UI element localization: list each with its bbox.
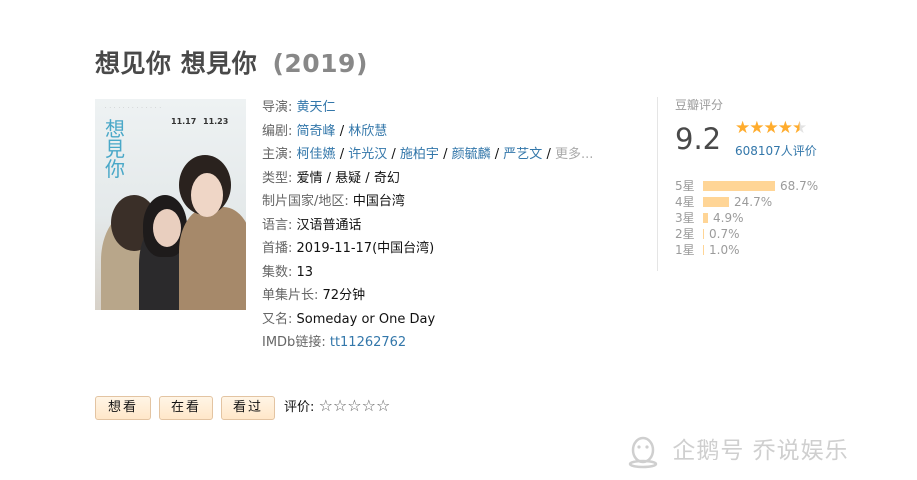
rating-dist-label: 1星 — [675, 243, 695, 257]
cast-link-2[interactable]: 许光汉 — [348, 147, 387, 162]
rating-dist-row: 1星 1.0% — [675, 242, 835, 258]
rating-dist-label: 5星 — [675, 179, 695, 193]
rating-dist-bar — [703, 180, 775, 191]
rating-stars: ★★★★★ — [735, 118, 807, 138]
rating-dist-pct: 0.7% — [709, 227, 740, 241]
rating-dist-pct: 68.7% — [780, 179, 819, 193]
writer-label: 编剧: — [262, 123, 293, 139]
rate-label: 评价: — [284, 400, 315, 415]
rating-dist-label: 4星 — [675, 195, 695, 209]
premiere-row: 首播: 2019-11-17(中国台湾) — [262, 237, 593, 261]
vertical-divider — [657, 97, 658, 271]
watched-button[interactable]: 看过 — [221, 396, 276, 420]
length-row: 单集片长: 72分钟 — [262, 284, 593, 308]
rating-dist-label: 2星 — [675, 227, 695, 241]
rating-votes-link[interactable]: 608107人评价 — [735, 142, 817, 159]
want-to-watch-button[interactable]: 想看 — [95, 396, 152, 420]
writer-row: 编剧: 简奇峰 / 林欣慧 — [262, 123, 388, 139]
poster-title-art: 想見你 — [105, 117, 125, 181]
premiere-value: 2019-11-17(中国台湾) — [296, 241, 435, 256]
episodes-value: 13 — [296, 264, 314, 280]
info-panel: 导演: 黄天仁 编剧: 简奇峰 / 林欣慧 主演: 柯佳嬿 / 许光汉 / 施柏… — [262, 96, 593, 355]
poster-figure-right-face — [191, 173, 223, 217]
imdb-label: IMDb链接: — [262, 335, 326, 350]
genre-row: 类型: 爱情 / 悬疑 / 奇幻 — [262, 167, 593, 191]
rating-dist-bar — [703, 244, 704, 255]
episodes-row: 集数: 13 — [262, 261, 593, 285]
star-icon: ★ — [749, 118, 764, 138]
director-row: 导演: 黄天仁 — [262, 96, 593, 120]
penguin-icon — [628, 436, 658, 468]
rating-dist-row: 5星 68.7% — [675, 178, 835, 194]
rating-panel: 豆瓣评分 9.2 ★★★★★ 608107人评价 — [675, 96, 835, 158]
cast-row: 主演: 柯佳嬿 / 许光汉 / 施柏宇 / 颜毓麟 / 严艺文 / 更多... — [262, 147, 594, 162]
rating-dist-row: 3星 4.9% — [675, 210, 835, 226]
country-row: 制片国家/地区: 中国台湾 — [262, 190, 593, 214]
writer-link-1[interactable]: 简奇峰 — [297, 124, 336, 139]
aka-value: Someday or One Day — [296, 311, 436, 327]
cast-more-link[interactable]: 更多... — [555, 147, 593, 162]
poster-credits-decoration: · · · · · · · · · · · · · — [105, 105, 162, 110]
poster-image[interactable]: · · · · · · · · · · · · · 想見你 11.17 11.2… — [95, 99, 246, 310]
country-value: 中国台湾 — [352, 194, 405, 209]
language-row: 语言: 汉语普通话 — [262, 214, 593, 238]
rating-dist-pct: 1.0% — [709, 243, 740, 257]
director-label: 导演: — [262, 100, 293, 115]
genre-value: 爱情 / 悬疑 / 奇幻 — [296, 170, 400, 186]
half-star-icon: ★ — [792, 118, 807, 138]
rating-dist-label: 3星 — [675, 211, 695, 225]
watermark: 企鹅号 乔说娱乐 — [626, 431, 849, 469]
rating-dist-row: 4星 24.7% — [675, 194, 835, 210]
rating-dist-pct: 4.9% — [713, 211, 744, 225]
country-label: 制片国家/地区: — [262, 194, 349, 209]
imdb-row: IMDb链接: tt11262762 — [262, 331, 593, 355]
rating-score: 9.2 — [675, 122, 722, 156]
title-year: (2019) — [272, 49, 368, 78]
length-label: 单集片长: — [262, 288, 319, 303]
rating-dist-bar — [703, 196, 729, 207]
rating-dist-bar — [703, 212, 708, 223]
poster-date-2: 11.23 — [203, 117, 229, 126]
page-title: 想见你 想見你 (2019) — [95, 44, 368, 80]
episodes-label: 集数: — [262, 264, 293, 280]
action-bar: 想看 在看 看过 评价: ☆☆☆☆☆ — [95, 396, 390, 420]
title-name: 想见你 想見你 — [95, 49, 258, 78]
cast-label: 主演: — [262, 147, 293, 162]
rating-dist-bar — [703, 228, 704, 239]
rating-dist-row: 2星 0.7% — [675, 226, 835, 242]
rating-label: 豆瓣评分 — [675, 98, 724, 112]
aka-label: 又名: — [262, 311, 293, 327]
cast-link-3[interactable]: 施柏宇 — [400, 147, 439, 162]
language-label: 语言: — [262, 217, 293, 233]
language-value: 汉语普通话 — [296, 217, 362, 233]
star-icon: ★ — [763, 118, 779, 138]
director-link[interactable]: 黄天仁 — [297, 100, 336, 115]
aka-row: 又名: Someday or One Day — [262, 308, 593, 332]
watermark-text: 企鹅号 乔说娱乐 — [672, 438, 849, 464]
genre-label: 类型: — [262, 170, 293, 186]
poster-figure-middle-face — [153, 209, 181, 247]
rate-stars-input[interactable]: ☆☆☆☆☆ — [319, 396, 391, 415]
star-icon: ★ — [777, 118, 793, 138]
cast-link-5[interactable]: 严艺文 — [503, 147, 542, 162]
watching-button[interactable]: 在看 — [159, 396, 214, 420]
star-icon: ★ — [735, 118, 750, 138]
poster-date-1: 11.17 — [171, 117, 197, 126]
imdb-link[interactable]: tt11262762 — [330, 335, 406, 350]
writer-link-2[interactable]: 林欣慧 — [348, 124, 387, 139]
length-value: 72分钟 — [322, 288, 366, 303]
rating-dist-pct: 24.7% — [734, 195, 773, 209]
poster-figure-right — [179, 207, 246, 310]
cast-link-4[interactable]: 颜毓麟 — [452, 147, 491, 162]
premiere-label: 首播: — [262, 241, 293, 256]
cast-link-1[interactable]: 柯佳嬿 — [297, 147, 336, 162]
rating-distribution: 5星 68.7% 4星 24.7% 3星 4.9% 2星 0.7% 1星 1.0% — [675, 178, 835, 258]
